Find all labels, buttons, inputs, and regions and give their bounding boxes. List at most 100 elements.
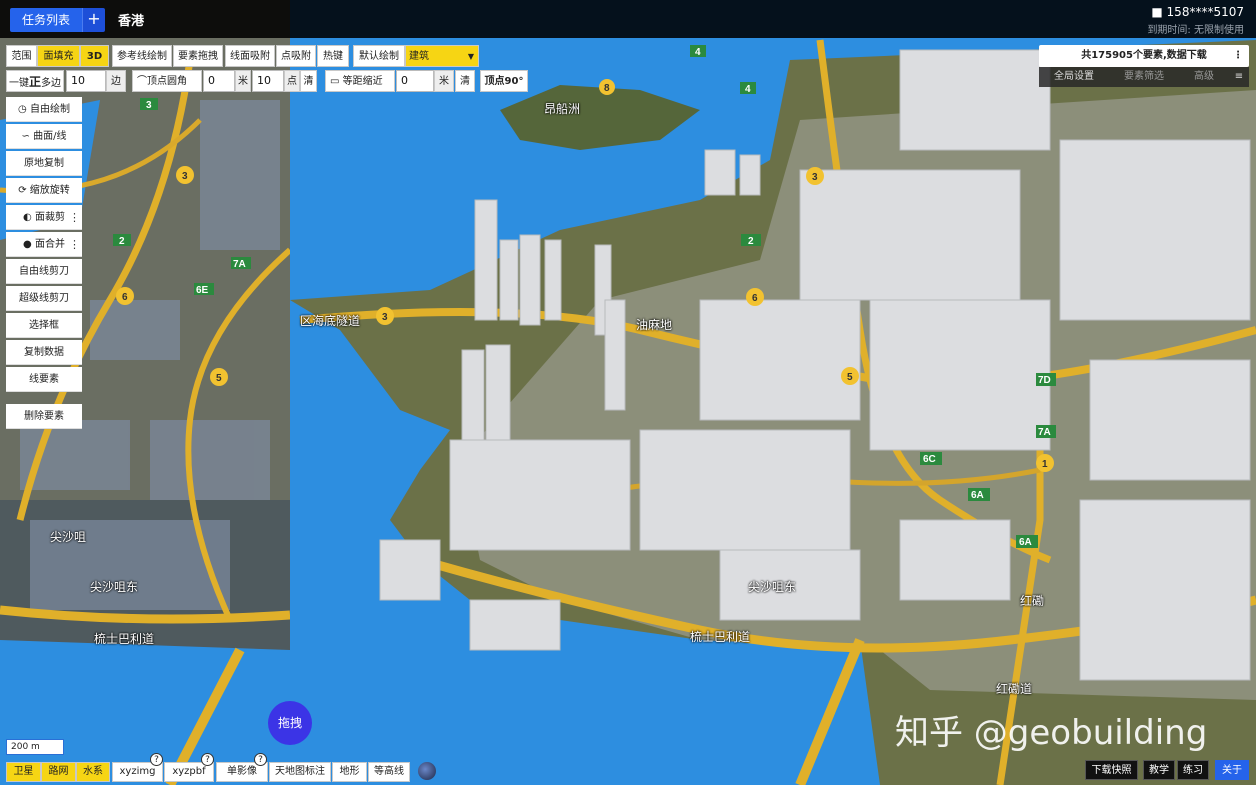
element-count-download[interactable]: 共175905个要素,数据下载 ⋮	[1039, 45, 1249, 67]
vertex-90-button[interactable]: 顶点90°	[480, 70, 528, 92]
layer-terrain[interactable]: 地形	[332, 762, 367, 782]
map-label: 昂船洲	[544, 102, 581, 116]
tab-advanced[interactable]: 高级	[1179, 67, 1229, 87]
fill-button[interactable]: 面填充	[37, 45, 80, 67]
sides-unit: 边	[106, 70, 126, 92]
svg-text:3: 3	[382, 312, 388, 323]
svg-text:3: 3	[146, 100, 152, 111]
svg-text:3: 3	[812, 172, 818, 183]
side-menu-label: 面裁剪	[34, 212, 65, 223]
svg-text:6: 6	[752, 293, 758, 304]
svg-text:1: 1	[1042, 459, 1048, 470]
menu-icon[interactable]: ≡	[1229, 67, 1249, 87]
side-menu-label: 曲面/线	[33, 131, 67, 142]
layer-roads[interactable]: 路网	[41, 762, 76, 782]
default-draw-label: 默认绘制	[353, 45, 405, 67]
ref-line-button[interactable]: 参考线绘制	[112, 45, 172, 67]
right-panel-tabs: 全局设置 要素筛选 高级 ≡	[1039, 67, 1249, 87]
regular-polygon-label-b: 正	[29, 75, 42, 89]
free-draw-button[interactable]: ◷ 自由绘制	[6, 97, 82, 122]
drag-element-button[interactable]: 要素拖拽	[173, 45, 223, 67]
help-icon[interactable]: ?	[150, 753, 163, 766]
super-line-cut-button[interactable]: 超级线剪刀	[6, 286, 82, 311]
offset-input[interactable]: 0	[396, 70, 434, 92]
map-label: 油麻地	[636, 318, 673, 332]
map-label: 区海底隧道	[300, 314, 361, 328]
round-corner-label: ⌒顶点圆角	[132, 70, 202, 92]
scale-bar: 200 m	[6, 739, 64, 755]
map-label: 梳士巴利道	[690, 630, 751, 644]
practice-button[interactable]: 练习	[1177, 760, 1209, 780]
scale-rotate-button[interactable]: ⟳ 缩放旋转	[6, 178, 82, 203]
line-snap-button[interactable]: 线面吸附	[225, 45, 275, 67]
curve-button[interactable]: ∽ 曲面/线	[6, 124, 82, 149]
svg-text:4: 4	[695, 47, 701, 58]
svg-text:4: 4	[745, 84, 751, 95]
map-label: 梳士巴利道	[94, 632, 155, 646]
layer-contour[interactable]: 等高线	[368, 762, 410, 782]
regular-polygon-label: 一键正多边	[6, 70, 64, 92]
round-points-input[interactable]: 10	[252, 70, 284, 92]
point-snap-button[interactable]: 点吸附	[276, 45, 316, 67]
draw-type-select[interactable]: 建筑 ▼	[405, 45, 479, 67]
user-icon: ■	[1151, 5, 1167, 19]
help-icon[interactable]: ?	[201, 753, 214, 766]
merge-icon: ●	[23, 239, 35, 250]
city-name[interactable]: 香港	[118, 10, 144, 29]
tab-element-filter[interactable]: 要素筛选	[1109, 67, 1179, 87]
clear-offset-button[interactable]: 清	[455, 70, 475, 92]
more-options-icon[interactable]: ⋮	[1233, 45, 1243, 67]
watermark: 知乎 @geobuilding	[895, 713, 1208, 753]
element-count-text: 共175905个要素,数据下载	[1081, 50, 1207, 61]
map-label: 红磡道	[996, 682, 1033, 696]
drag-button[interactable]: 拖拽	[268, 701, 312, 745]
regular-polygon-label-c: 多边	[41, 78, 62, 89]
map-label: 尖沙咀东	[90, 580, 139, 594]
polygon-merge-button[interactable]: ● 面合并 ⋮	[6, 232, 82, 257]
tutorial-button[interactable]: 教学	[1143, 760, 1175, 780]
hotkey-button[interactable]: 热键	[317, 45, 349, 67]
more-options-icon[interactable]: ⋮	[69, 205, 80, 230]
tab-global-settings[interactable]: 全局设置	[1039, 67, 1109, 87]
polygon-sides-input[interactable]: 10	[66, 70, 106, 92]
map-view[interactable]: 4 4 2 6C 7D 7A 6A 6A 3 6 5 3 1 8 3 2 7A …	[0, 0, 1256, 785]
line-element-button[interactable]: 线要素	[6, 367, 82, 392]
copy-data-button[interactable]: 复制数据	[6, 340, 82, 365]
polygon-clip-button[interactable]: ◐ 面裁剪 ⋮	[6, 205, 82, 230]
chevron-down-icon: ▼	[467, 52, 474, 61]
select-box-button[interactable]: 选择框	[6, 313, 82, 338]
map-label: 尖沙咀东	[748, 580, 797, 594]
layer-water[interactable]: 水系	[76, 762, 110, 782]
delete-element-button[interactable]: 删除要素	[6, 404, 82, 429]
offset-text: 等距缩近	[342, 76, 383, 87]
meter-unit: 米	[235, 70, 251, 92]
free-line-cut-button[interactable]: 自由线剪刀	[6, 259, 82, 284]
3d-button[interactable]: 3D	[80, 45, 109, 67]
add-task-button[interactable]: +	[82, 8, 105, 32]
more-options-icon[interactable]: ⋮	[69, 232, 80, 257]
svg-text:7A: 7A	[233, 259, 246, 270]
range-button[interactable]: 范围	[6, 45, 37, 67]
user-account[interactable]: ■ 158****5107	[1151, 5, 1244, 19]
help-icon[interactable]: ?	[254, 753, 267, 766]
svg-text:6C: 6C	[923, 454, 936, 465]
points-unit: 点	[284, 70, 300, 92]
download-snapshot-button[interactable]: 下载快照	[1085, 760, 1138, 780]
copy-in-place-button[interactable]: 原地复制	[6, 151, 82, 176]
layer-satellite[interactable]: 卫星	[6, 762, 41, 782]
rotate-icon: ⟳	[18, 185, 30, 196]
compass-icon[interactable]	[418, 762, 436, 780]
layer-tianditu-label[interactable]: 天地图标注	[269, 762, 331, 782]
top-bar	[0, 0, 1256, 38]
clear-round-button[interactable]: 清	[300, 70, 317, 92]
task-list-button[interactable]: 任务列表	[10, 8, 82, 32]
side-menu-label: 面合并	[34, 239, 65, 250]
svg-text:2: 2	[748, 236, 754, 247]
round-radius-input[interactable]: 0	[203, 70, 235, 92]
svg-text:6A: 6A	[1019, 537, 1032, 548]
about-button[interactable]: 关于	[1215, 760, 1249, 780]
regular-polygon-label-a: 一键	[9, 78, 29, 89]
svg-text:5: 5	[216, 373, 222, 384]
svg-text:6A: 6A	[971, 490, 984, 501]
map-label: 尖沙咀	[50, 530, 87, 544]
